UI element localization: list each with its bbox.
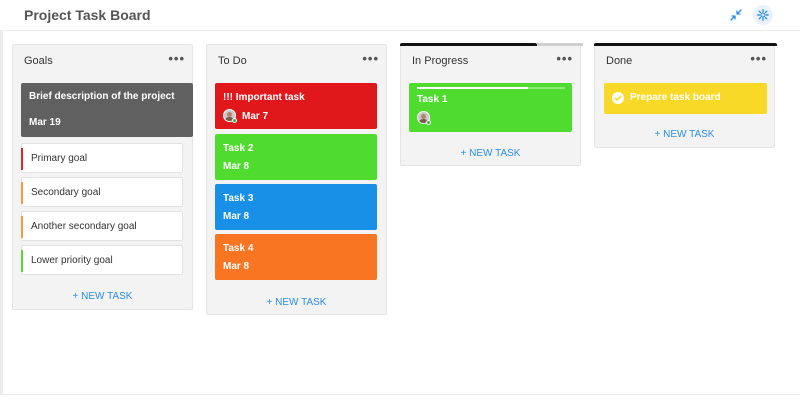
goal-label: Lower priority goal — [31, 255, 113, 266]
goal-label: Another secondary goal — [31, 221, 137, 232]
column-title: In Progress — [412, 55, 469, 67]
collapse-arrows-icon — [730, 9, 742, 21]
column-todo: To Do ••• !!! Important task Mar 7 Task … — [206, 44, 387, 315]
goal-label: Primary goal — [31, 153, 88, 164]
app-frame: Project Task Board Goals ••• Brief descr… — [0, 0, 800, 419]
task-progress-fill — [417, 87, 528, 89]
goal-card[interactable]: Primary goal — [21, 143, 183, 173]
header: Project Task Board — [0, 0, 800, 31]
column-title: Goals — [24, 55, 53, 67]
goal-priority-bar — [21, 216, 23, 238]
column-progress-bar — [400, 43, 537, 46]
card-title: Task 3 — [223, 193, 254, 204]
card-date: Mar 8 — [223, 211, 250, 222]
card-title: Task 4 — [223, 243, 254, 254]
new-task-button[interactable]: + NEW TASK — [595, 129, 774, 140]
settings-button[interactable] — [753, 5, 773, 25]
column-title: Done — [606, 55, 633, 67]
new-task-button[interactable]: + NEW TASK — [13, 291, 192, 302]
column-top-border — [594, 43, 777, 46]
task-card[interactable]: Task 2 Mar 8 — [215, 134, 377, 180]
goal-card[interactable]: Lower priority goal — [21, 245, 183, 275]
page-title: Project Task Board — [24, 7, 151, 23]
check-circle-icon — [612, 92, 624, 104]
card-title: Prepare task board — [630, 92, 721, 103]
column-menu-button[interactable]: ••• — [556, 51, 573, 66]
new-task-button[interactable]: + NEW TASK — [207, 297, 386, 308]
task-card[interactable]: !!! Important task Mar 7 — [215, 83, 377, 129]
task-card[interactable]: Task 3 Mar 8 — [215, 184, 377, 230]
new-task-button[interactable]: + NEW TASK — [401, 148, 580, 159]
card-date: Mar 8 — [223, 261, 250, 272]
card-title: Task 1 — [417, 94, 448, 105]
collapse-button[interactable] — [726, 5, 746, 25]
bottom-divider — [0, 394, 800, 395]
card-title: Task 2 — [223, 143, 254, 154]
goal-card[interactable]: Secondary goal — [21, 177, 183, 207]
online-status-dot — [426, 120, 431, 125]
card-date: Mar 7 — [242, 111, 269, 122]
goal-label: Secondary goal — [31, 187, 101, 198]
goal-card[interactable]: Another secondary goal — [21, 211, 183, 241]
column-menu-button[interactable]: ••• — [168, 51, 185, 66]
column-menu-button[interactable]: ••• — [362, 51, 379, 66]
task-card-done[interactable]: Prepare task board — [604, 83, 767, 114]
online-status-dot — [232, 118, 237, 123]
gear-icon — [757, 9, 769, 21]
goal-priority-bar — [21, 148, 23, 170]
column-progress-track — [537, 43, 583, 46]
task-card[interactable]: Task 4 Mar 8 — [215, 234, 377, 280]
goal-priority-bar — [21, 250, 23, 272]
column-in-progress: In Progress ••• Task 1 + NEW TASK — [400, 43, 583, 166]
project-summary-card[interactable]: Brief description of the project Mar 19 — [21, 83, 193, 137]
left-divider — [0, 30, 3, 395]
column-goals: Goals ••• Brief description of the proje… — [12, 44, 193, 310]
column-menu-button[interactable]: ••• — [750, 51, 767, 66]
card-title: Brief description of the project — [29, 91, 175, 102]
column-title: To Do — [218, 55, 247, 67]
card-title: !!! Important task — [223, 92, 305, 103]
card-date: Mar 8 — [223, 161, 250, 172]
goal-priority-bar — [21, 182, 23, 204]
card-date: Mar 19 — [29, 117, 61, 128]
column-done: Done ••• Prepare task board + NEW TASK — [594, 43, 777, 148]
task-card[interactable]: Task 1 — [409, 83, 572, 132]
